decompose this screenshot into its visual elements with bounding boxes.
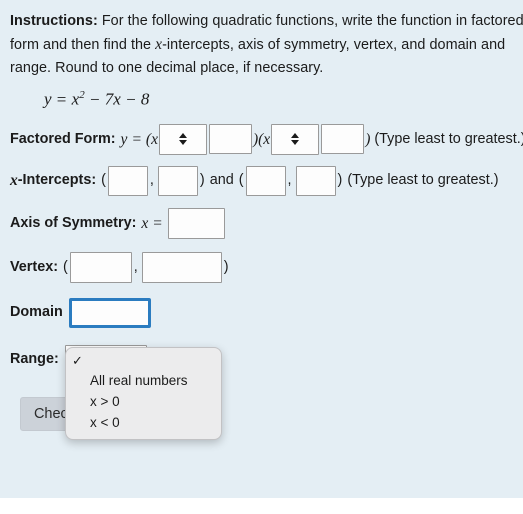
x-intercepts-x-var: x — [10, 172, 18, 190]
vertex-y-input[interactable] — [141, 251, 222, 283]
dropdown-option-all-real-numbers-label: All real numbers — [90, 373, 188, 388]
x-intercepts-comma-1: , — [149, 172, 154, 189]
vertex-comma: , — [133, 258, 138, 275]
factored-form-row: Factored Form: y = ( x )( x ) (Type leas… — [10, 123, 523, 155]
dropdown-option-all-real-numbers[interactable]: All real numbers — [66, 370, 221, 391]
page-bottom-strip — [0, 498, 523, 514]
vertex-x-input[interactable] — [69, 251, 132, 283]
dropdown-option-x-less-than-zero-label: x < 0 — [90, 415, 120, 430]
x-intercepts-open-paren-1: ( — [101, 172, 106, 189]
equation-lhs: y — [44, 89, 52, 109]
dropdown-option-blank[interactable]: ✓ — [66, 352, 221, 370]
equation-term2: 7x — [104, 89, 121, 109]
x-intercepts-close-paren-1: ) — [199, 172, 205, 189]
x-intercept-1-y-input[interactable] — [157, 165, 198, 196]
x-intercept-2-x-input[interactable] — [245, 165, 286, 196]
dropdown-option-x-greater-than-zero-label: x > 0 — [90, 394, 120, 409]
x-intercept-2-y-input[interactable] — [295, 165, 336, 196]
equation-term1-exponent: 2 — [79, 89, 85, 101]
axis-of-symmetry-equals: = — [152, 214, 163, 232]
factored-form-y: y — [120, 130, 128, 148]
updown-arrows-icon — [178, 133, 187, 146]
axis-of-symmetry-x: x — [141, 214, 149, 232]
instructions-label: Instructions: — [10, 13, 98, 29]
x-intercepts-comma-2: , — [287, 172, 292, 189]
axis-of-symmetry-row: Axis of Symmetry: x = — [10, 207, 523, 239]
vertex-close-paren: ) — [223, 258, 229, 275]
x-intercepts-label: -Intercepts: — [17, 172, 97, 189]
axis-of-symmetry-label: Axis of Symmetry: — [10, 214, 137, 231]
domain-row: Domain — [10, 297, 523, 328]
checkmark-icon: ✓ — [72, 353, 83, 368]
vertex-row: Vertex: ( , ) — [10, 251, 523, 283]
factor-value-2-input[interactable] — [321, 124, 365, 155]
factored-form-close-open-paren: )( — [252, 130, 264, 148]
x-intercepts-and: and — [205, 172, 238, 189]
x-intercepts-open-paren-2: ( — [238, 172, 244, 189]
equation-equals: = — [56, 89, 67, 109]
axis-of-symmetry-input[interactable] — [167, 207, 225, 239]
equation-term3: 8 — [140, 89, 150, 109]
equation-op1: − — [89, 89, 100, 109]
vertex-open-paren: ( — [63, 258, 68, 275]
vertex-label: Vertex: — [10, 258, 58, 275]
factored-form-label: Factored Form: — [10, 130, 116, 147]
dropdown-option-x-greater-than-zero[interactable]: x > 0 — [66, 391, 221, 412]
x-intercepts-row: x -Intercepts: ( , ) and ( , ) (Type leas… — [10, 165, 523, 196]
domain-label: Domain — [10, 304, 63, 321]
updown-arrows-icon — [291, 133, 300, 146]
domain-dropdown-menu[interactable]: ✓ All real numbers x > 0 x < 0 — [65, 347, 222, 440]
quadratic-equation: y = x2 − 7x − 8 — [44, 89, 523, 110]
range-label: Range: — [10, 351, 59, 368]
x-intercepts-close-paren-2: ) — [337, 172, 343, 189]
x-intercepts-hint: (Type least to greatest.) — [343, 172, 499, 189]
factored-form-hint: (Type least to greatest.) — [370, 130, 523, 147]
x-intercept-1-x-input[interactable] — [107, 165, 148, 196]
factored-form-x2: x — [263, 130, 271, 148]
factored-form-equals: = — [131, 130, 142, 148]
dropdown-option-x-less-than-zero[interactable]: x < 0 — [66, 412, 221, 433]
exercise-panel: Instructions: For the following quadrati… — [0, 0, 523, 498]
equation-op2: − — [126, 89, 136, 109]
sign-select-2[interactable] — [271, 123, 320, 155]
sign-select-1[interactable] — [158, 123, 207, 155]
factored-form-x1: x — [151, 130, 158, 148]
factor-value-1-input[interactable] — [208, 124, 252, 155]
instructions-paragraph: Instructions: For the following quadrati… — [10, 10, 523, 80]
domain-select[interactable] — [68, 297, 151, 328]
